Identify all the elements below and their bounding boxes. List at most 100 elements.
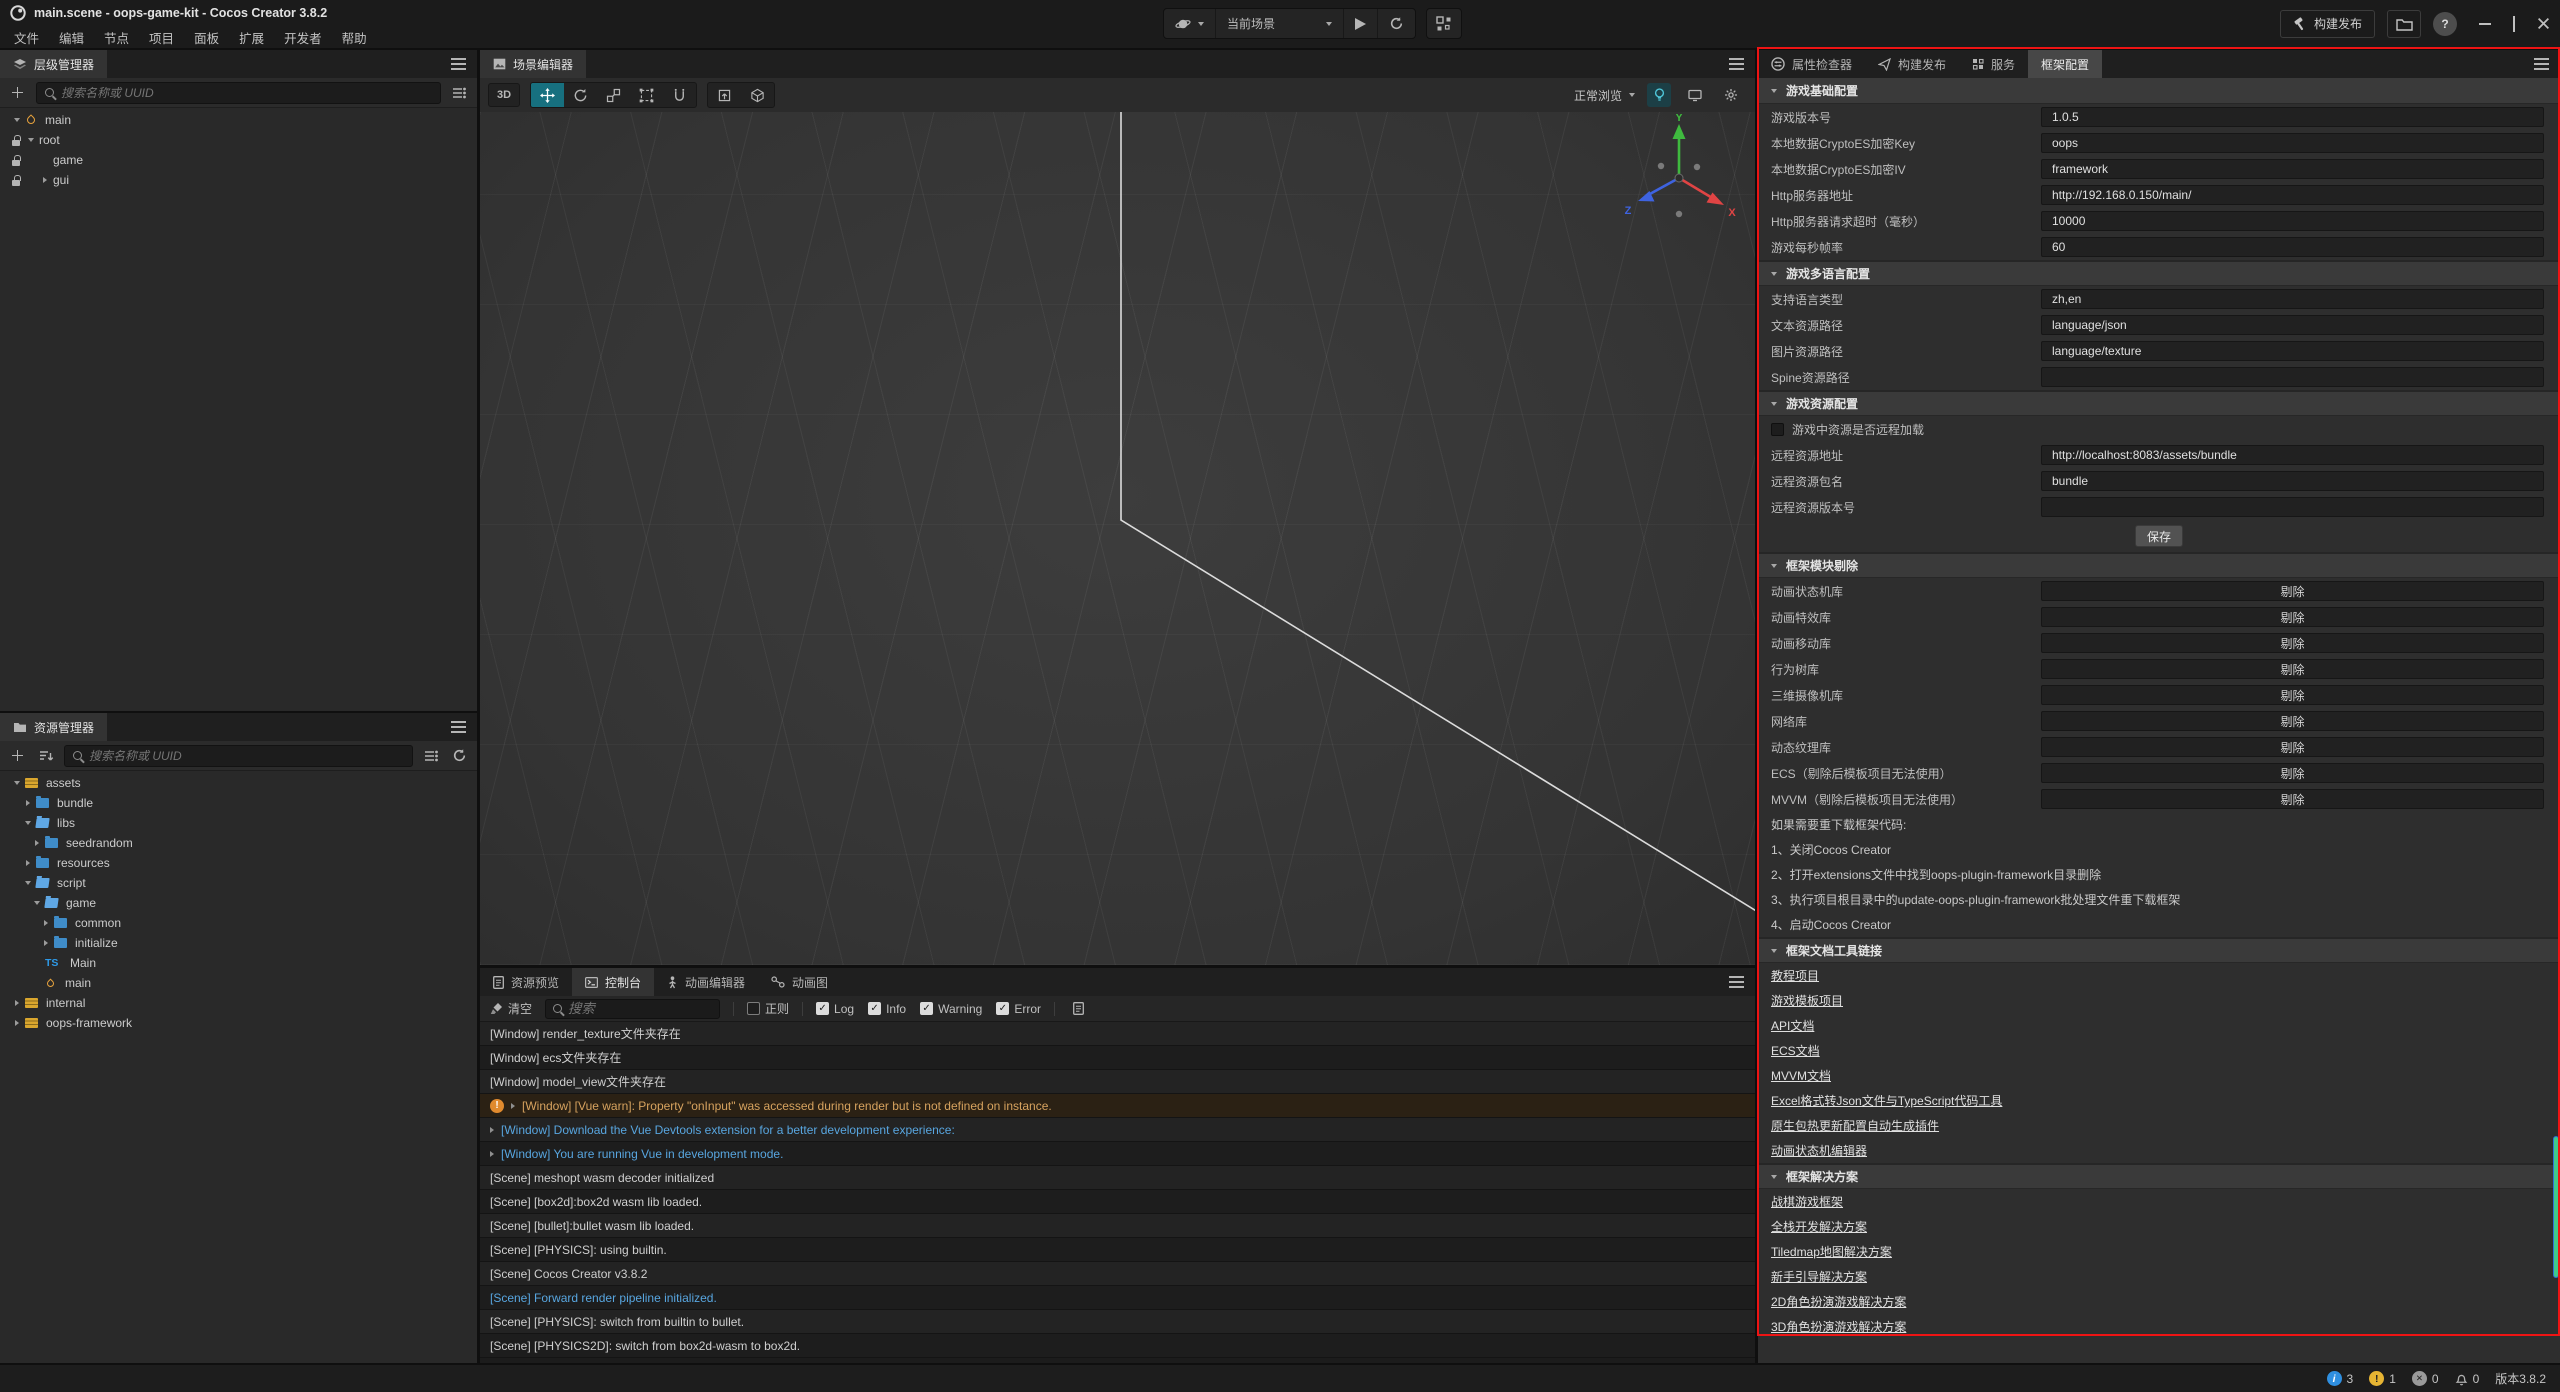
tab-framework-config[interactable]: 框架配置 <box>2028 50 2102 78</box>
tab-animation-editor[interactable]: 动画编辑器 <box>654 968 758 996</box>
tree-arrow-icon[interactable] <box>21 800 34 806</box>
remove-button[interactable]: 剔除 <box>2041 633 2544 653</box>
assets-search-input[interactable] <box>89 749 404 763</box>
doc-link[interactable]: MVVM文档 <box>1771 1067 1831 1084</box>
tree-arrow-icon[interactable] <box>10 781 23 785</box>
expand-arrow-icon[interactable] <box>38 177 51 183</box>
solution-link[interactable]: 2D角色扮演游戏解决方案 <box>1771 1293 1906 1310</box>
asset-tree-item[interactable]: assets <box>0 773 477 793</box>
field-input[interactable] <box>2041 367 2544 387</box>
tree-arrow-icon[interactable] <box>21 881 34 885</box>
asset-tree-item[interactable]: main <box>0 973 477 993</box>
menu-item[interactable]: 面板 <box>184 27 229 48</box>
console-log-row[interactable]: [Scene] [PHYSICS2D]: switch from box2d-w… <box>480 1334 1755 1358</box>
expand-chevron-icon[interactable] <box>490 1151 494 1157</box>
tree-arrow-icon[interactable] <box>30 840 43 846</box>
remove-button[interactable]: 剔除 <box>2041 711 2544 731</box>
asset-tree-item[interactable]: game <box>0 893 477 913</box>
tab-property-inspector[interactable]: 属性检查器 <box>1758 50 1865 78</box>
collapse-arrow-icon[interactable] <box>24 138 37 142</box>
asset-tree-item[interactable]: common <box>0 913 477 933</box>
field-input[interactable] <box>2041 497 2544 517</box>
open-log-file-button[interactable] <box>1068 999 1088 1019</box>
panel-menu-icon[interactable] <box>2534 58 2549 70</box>
tree-arrow-icon[interactable] <box>21 860 34 866</box>
menu-item[interactable]: 开发者 <box>274 27 332 48</box>
asset-tree-item[interactable]: oops-framework <box>0 1013 477 1033</box>
axis-gizmo[interactable]: Y X Z <box>1618 114 1750 244</box>
doc-link[interactable]: Excel格式转Json文件与TypeScript代码工具 <box>1771 1092 2002 1109</box>
doc-link[interactable]: API文档 <box>1771 1017 1814 1034</box>
section-solutions[interactable]: 框架解决方案 <box>1758 1163 2560 1189</box>
tab-console[interactable]: 控制台 <box>572 968 654 996</box>
doc-link[interactable]: 动画状态机编辑器 <box>1771 1142 1867 1159</box>
console-log-row[interactable]: [Window] ecs文件夹存在 <box>480 1046 1755 1070</box>
section-resource-config[interactable]: 游戏资源配置 <box>1758 390 2560 416</box>
log-filter-checkbox[interactable]: Error <box>996 1002 1041 1016</box>
console-log-row[interactable]: [Scene] meshopt wasm decoder initialized <box>480 1166 1755 1190</box>
field-input[interactable]: language/json <box>2041 315 2544 335</box>
lighting-toggle-button[interactable] <box>1647 83 1671 107</box>
section-language-config[interactable]: 游戏多语言配置 <box>1758 260 2560 286</box>
field-input[interactable]: framework <box>2041 159 2544 179</box>
panel-menu-icon[interactable] <box>1729 976 1744 988</box>
lock-icon[interactable] <box>10 134 24 147</box>
asset-tree-item[interactable]: bundle <box>0 793 477 813</box>
clear-console-button[interactable]: 清空 <box>490 1000 532 1017</box>
console-log-row[interactable]: [Scene] [PHYSICS]: using builtin. <box>480 1238 1755 1262</box>
field-input[interactable]: zh,en <box>2041 289 2544 309</box>
close-button[interactable] <box>2537 17 2550 30</box>
remote-load-checkbox-row[interactable]: 游戏中资源是否远程加载 <box>1758 416 2560 442</box>
build-publish-button[interactable]: 构建发布 <box>2280 10 2375 38</box>
doc-link[interactable]: 教程项目 <box>1771 967 1819 984</box>
console-log-row[interactable]: [Scene] [PHYSICS]: switch from builtin t… <box>480 1310 1755 1334</box>
field-input[interactable]: language/texture <box>2041 341 2544 361</box>
remove-button[interactable]: 剔除 <box>2041 763 2544 783</box>
remove-button[interactable]: 剔除 <box>2041 659 2544 679</box>
menu-item[interactable]: 扩展 <box>229 27 274 48</box>
hierarchy-node-gui[interactable]: gui <box>0 170 477 190</box>
asset-tree-item[interactable]: resources <box>0 853 477 873</box>
assets-refresh-button[interactable] <box>449 746 469 766</box>
section-module-trim[interactable]: 框架模块剔除 <box>1758 552 2560 578</box>
solution-link[interactable]: 3D角色扮演游戏解决方案 <box>1771 1318 1906 1335</box>
assets-sort-button[interactable] <box>36 746 56 766</box>
create-asset-button[interactable] <box>8 746 28 766</box>
maximize-button[interactable] <box>2513 17 2515 31</box>
menu-item[interactable]: 项目 <box>139 27 184 48</box>
rect-tool-button[interactable] <box>630 83 663 107</box>
console-log-row[interactable]: [Window] [Vue warn]: Property "onInput" … <box>480 1094 1755 1118</box>
menu-item[interactable]: 帮助 <box>332 27 377 48</box>
view-mode-select[interactable]: 正常浏览 <box>1574 87 1635 104</box>
field-input[interactable]: http://localhost:8083/assets/bundle <box>2041 445 2544 465</box>
scene-viewport[interactable]: Y X Z <box>480 112 1755 965</box>
console-log-row[interactable]: [Window] You are running Vue in developm… <box>480 1142 1755 1166</box>
tab-asset-preview[interactable]: 资源预览 <box>480 968 572 996</box>
inspector-scrollbar-thumb[interactable] <box>2553 1136 2559 1278</box>
info-count[interactable]: 3 <box>2327 1371 2354 1386</box>
field-input[interactable]: http://192.168.0.150/main/ <box>2041 185 2544 205</box>
asset-tree-item[interactable]: seedrandom <box>0 833 477 853</box>
console-log-row[interactable]: [Window] Download the Vue Devtools exten… <box>480 1118 1755 1142</box>
scene-settings-button[interactable] <box>1719 83 1743 107</box>
field-input[interactable]: 1.0.5 <box>2041 107 2544 127</box>
console-log-row[interactable]: [Scene] [bullet]:bullet wasm lib loaded. <box>480 1214 1755 1238</box>
asset-tree-item[interactable]: internal <box>0 993 477 1013</box>
hierarchy-node-main[interactable]: main <box>0 110 477 130</box>
move-tool-button[interactable] <box>531 83 564 107</box>
tree-arrow-icon[interactable] <box>10 1000 23 1006</box>
asset-tree-item[interactable]: initialize <box>0 933 477 953</box>
hierarchy-node-root[interactable]: root <box>0 130 477 150</box>
console-search-input[interactable] <box>568 1001 712 1016</box>
menu-item[interactable]: 节点 <box>94 27 139 48</box>
tree-arrow-icon[interactable] <box>10 1020 23 1026</box>
error-count[interactable]: 0 <box>2412 1371 2439 1386</box>
tree-arrow-icon[interactable] <box>30 901 43 905</box>
console-log-row[interactable]: [Window] render_texture文件夹存在 <box>480 1022 1755 1046</box>
solution-link[interactable]: 全栈开发解决方案 <box>1771 1218 1867 1235</box>
console-log-row[interactable]: [Scene] [box2d]:box2d wasm lib loaded. <box>480 1190 1755 1214</box>
warning-count[interactable]: 1 <box>2369 1371 2396 1386</box>
regex-checkbox[interactable]: 正则 <box>747 1000 789 1017</box>
open-project-folder-button[interactable] <box>2387 10 2421 38</box>
expand-chevron-icon[interactable] <box>511 1103 515 1109</box>
